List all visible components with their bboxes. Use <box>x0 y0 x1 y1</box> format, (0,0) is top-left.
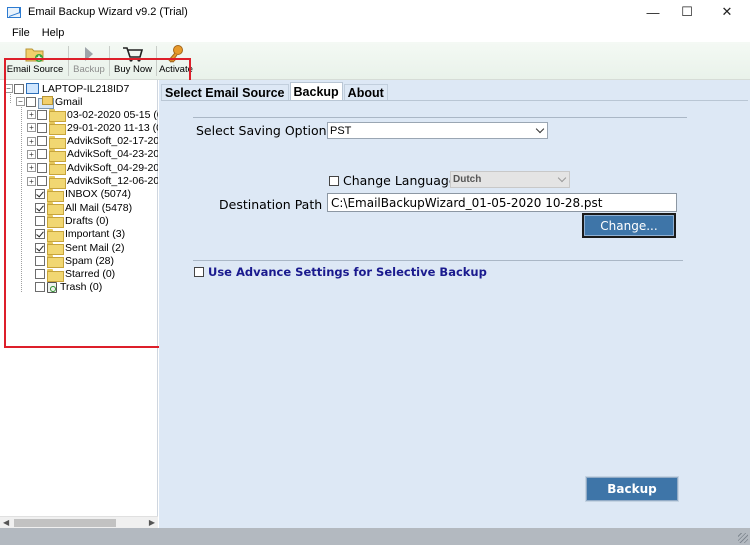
change-language-label: Change Language <box>343 173 457 188</box>
tab-about[interactable]: About <box>343 84 388 100</box>
horizontal-scrollbar[interactable]: ◀ ▶ <box>0 516 158 528</box>
language-select[interactable]: Dutch <box>450 171 570 188</box>
scroll-right-icon[interactable]: ▶ <box>149 518 155 527</box>
chevron-down-icon <box>557 173 567 183</box>
change-language-checkbox[interactable] <box>329 176 339 186</box>
destination-path-label: Destination Path : <box>219 197 331 212</box>
menu-help[interactable]: Help <box>36 27 71 39</box>
window-controls: — ☐ ✕ <box>636 0 750 24</box>
chevron-down-icon <box>535 124 545 134</box>
backup-button[interactable]: Backup <box>586 477 678 501</box>
backup-tab-content: Select Saving Option : PST Change Langua… <box>161 100 748 526</box>
saving-option-value: PST <box>330 124 352 137</box>
window-title: Email Backup Wizard v9.2 (Trial) <box>28 6 188 18</box>
advance-settings-checkbox[interactable] <box>194 267 204 277</box>
destination-path-field[interactable]: C:\EmailBackupWizard_01-05-2020 10-28.ps… <box>327 193 677 212</box>
tab-backup[interactable]: Backup <box>289 82 343 100</box>
close-button[interactable]: ✕ <box>704 0 750 24</box>
language-value: Dutch <box>453 174 482 185</box>
divider <box>193 117 687 118</box>
menu-file[interactable]: File <box>6 27 36 39</box>
tab-select-email-source[interactable]: Select Email Source <box>161 84 289 100</box>
divider <box>193 260 683 261</box>
menu-bar: File Help <box>0 24 750 42</box>
saving-option-select[interactable]: PST <box>327 122 548 139</box>
status-bar <box>0 528 750 545</box>
advance-settings-label: Use Advance Settings for Selective Backu… <box>208 265 487 279</box>
scroll-left-icon[interactable]: ◀ <box>3 518 9 527</box>
maximize-button[interactable]: ☐ <box>670 0 704 24</box>
minimize-button[interactable]: — <box>636 0 670 24</box>
saving-option-label: Select Saving Option : <box>196 123 335 138</box>
destination-path-value: C:\EmailBackupWizard_01-05-2020 10-28.ps… <box>331 195 603 210</box>
resize-grip-icon[interactable] <box>738 533 748 543</box>
scrollbar-thumb[interactable] <box>14 519 116 527</box>
change-path-button[interactable]: Change... <box>582 213 676 238</box>
main-panel: Select Email Source Backup About Select … <box>159 80 750 528</box>
app-icon <box>7 6 21 18</box>
tab-strip: Select Email Source Backup About <box>161 82 389 100</box>
title-bar: Email Backup Wizard v9.2 (Trial) — ☐ ✕ <box>0 0 750 24</box>
